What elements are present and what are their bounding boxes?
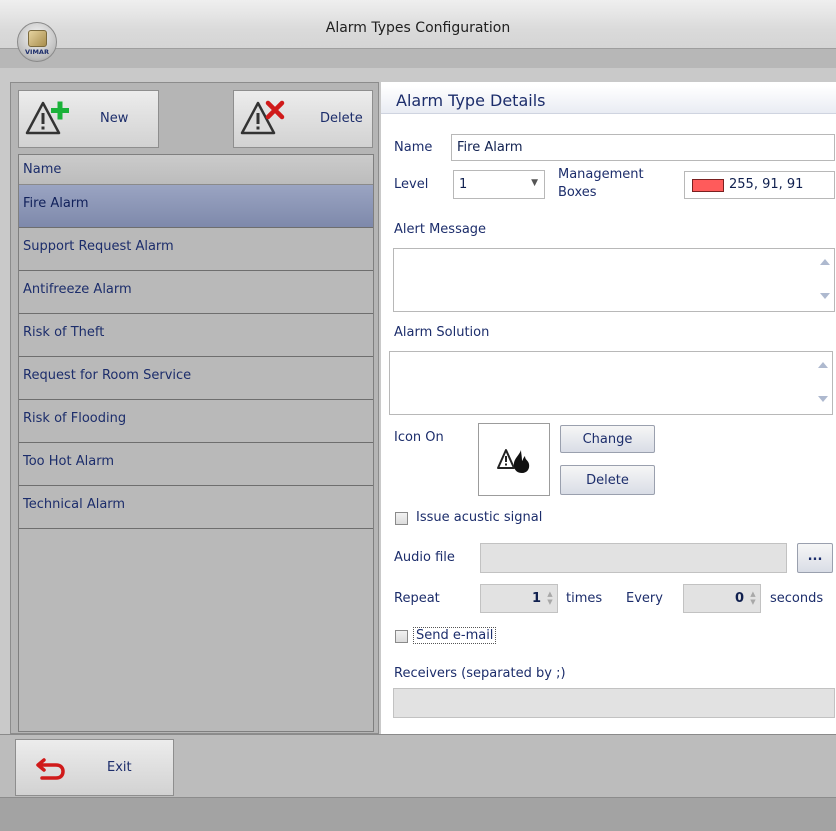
list-item[interactable]: Request for Room Service	[19, 357, 373, 400]
alarm-solution-label: Alarm Solution	[394, 325, 490, 340]
list-item[interactable]: Technical Alarm	[19, 486, 373, 529]
color-picker[interactable]: 255, 91, 91	[684, 171, 835, 199]
audio-file-label: Audio file	[394, 550, 455, 565]
warning-add-icon	[25, 101, 69, 135]
color-swatch	[692, 179, 724, 192]
title-strip	[0, 48, 836, 68]
list-item[interactable]: Support Request Alarm	[19, 228, 373, 271]
alarm-types-list[interactable]: Name Fire Alarm Support Request Alarm An…	[18, 154, 374, 732]
acoustic-signal-label: Issue acustic signal	[416, 510, 543, 525]
bottom-bar: Exit	[0, 734, 836, 831]
delete-icon-button[interactable]: Delete	[560, 465, 655, 495]
every-stepper[interactable]: 0 ▲ ▼	[683, 584, 761, 613]
column-header-name[interactable]: Name	[19, 155, 373, 185]
title-bar: Alarm Types Configuration VIMAR	[0, 0, 836, 68]
stepper-arrows-icon[interactable]: ▲ ▼	[546, 590, 554, 608]
every-value: 0	[734, 591, 744, 606]
alarm-type-details-panel: Alarm Type Details Name Level 1 ▼ Manage…	[381, 82, 836, 734]
scroll-up-icon[interactable]	[820, 259, 830, 265]
logo-text: VIMAR	[25, 48, 49, 56]
chevron-down-icon: ▼	[531, 178, 538, 188]
exit-button[interactable]: Exit	[15, 739, 174, 796]
level-label: Level	[394, 177, 429, 192]
repeat-stepper[interactable]: 1 ▲ ▼	[480, 584, 558, 613]
icon-on-label: Icon On	[394, 430, 444, 445]
list-item[interactable]: Fire Alarm	[19, 185, 373, 228]
repeat-value: 1	[531, 591, 541, 606]
app-logo[interactable]: VIMAR	[17, 22, 57, 62]
receivers-label: Receivers (separated by ;)	[394, 666, 566, 681]
level-select[interactable]: 1 ▼	[453, 170, 545, 199]
list-item[interactable]: Antifreeze Alarm	[19, 271, 373, 314]
boxes-label: Boxes	[558, 185, 597, 200]
delete-button-label: Delete	[320, 111, 363, 126]
color-value: 255, 91, 91	[729, 177, 804, 192]
send-email-checkbox[interactable]	[395, 630, 408, 643]
change-icon-button[interactable]: Change	[560, 425, 655, 453]
send-email-label: Send e-mail	[413, 627, 497, 644]
scroll-up-icon[interactable]	[818, 362, 828, 368]
name-label: Name	[394, 140, 433, 155]
every-label: Every	[626, 591, 663, 606]
name-field[interactable]	[451, 134, 835, 161]
fire-alarm-icon	[497, 449, 530, 473]
exit-button-label: Exit	[107, 760, 132, 775]
times-label: times	[566, 591, 603, 606]
details-header: Alarm Type Details	[381, 86, 836, 114]
delete-button[interactable]: Delete	[233, 90, 373, 148]
list-item[interactable]: Risk of Theft	[19, 314, 373, 357]
new-button[interactable]: New	[18, 90, 159, 148]
list-item[interactable]: Risk of Flooding	[19, 400, 373, 443]
scroll-down-icon[interactable]	[818, 396, 828, 402]
management-label: Management	[558, 167, 644, 182]
receivers-field[interactable]	[393, 688, 835, 718]
browse-button[interactable]: ...	[797, 543, 833, 573]
acoustic-signal-checkbox[interactable]	[395, 512, 408, 525]
alert-message-label: Alert Message	[394, 222, 487, 237]
repeat-label: Repeat	[394, 591, 440, 606]
level-value: 1	[459, 177, 468, 192]
alarm-solution-field[interactable]	[389, 351, 833, 415]
exit-arrow-icon	[36, 758, 65, 780]
scroll-down-icon[interactable]	[820, 293, 830, 299]
list-item[interactable]: Too Hot Alarm	[19, 443, 373, 486]
stepper-arrows-icon[interactable]: ▲ ▼	[749, 590, 757, 608]
audio-file-field[interactable]	[480, 543, 787, 573]
logo-mark-icon	[28, 30, 47, 47]
new-button-label: New	[100, 111, 129, 126]
icon-preview	[478, 423, 550, 496]
status-bar	[0, 797, 836, 831]
seconds-label: seconds	[770, 591, 824, 606]
window-title: Alarm Types Configuration	[325, 20, 511, 36]
warning-delete-icon	[240, 100, 285, 135]
alert-message-field[interactable]	[393, 248, 835, 312]
